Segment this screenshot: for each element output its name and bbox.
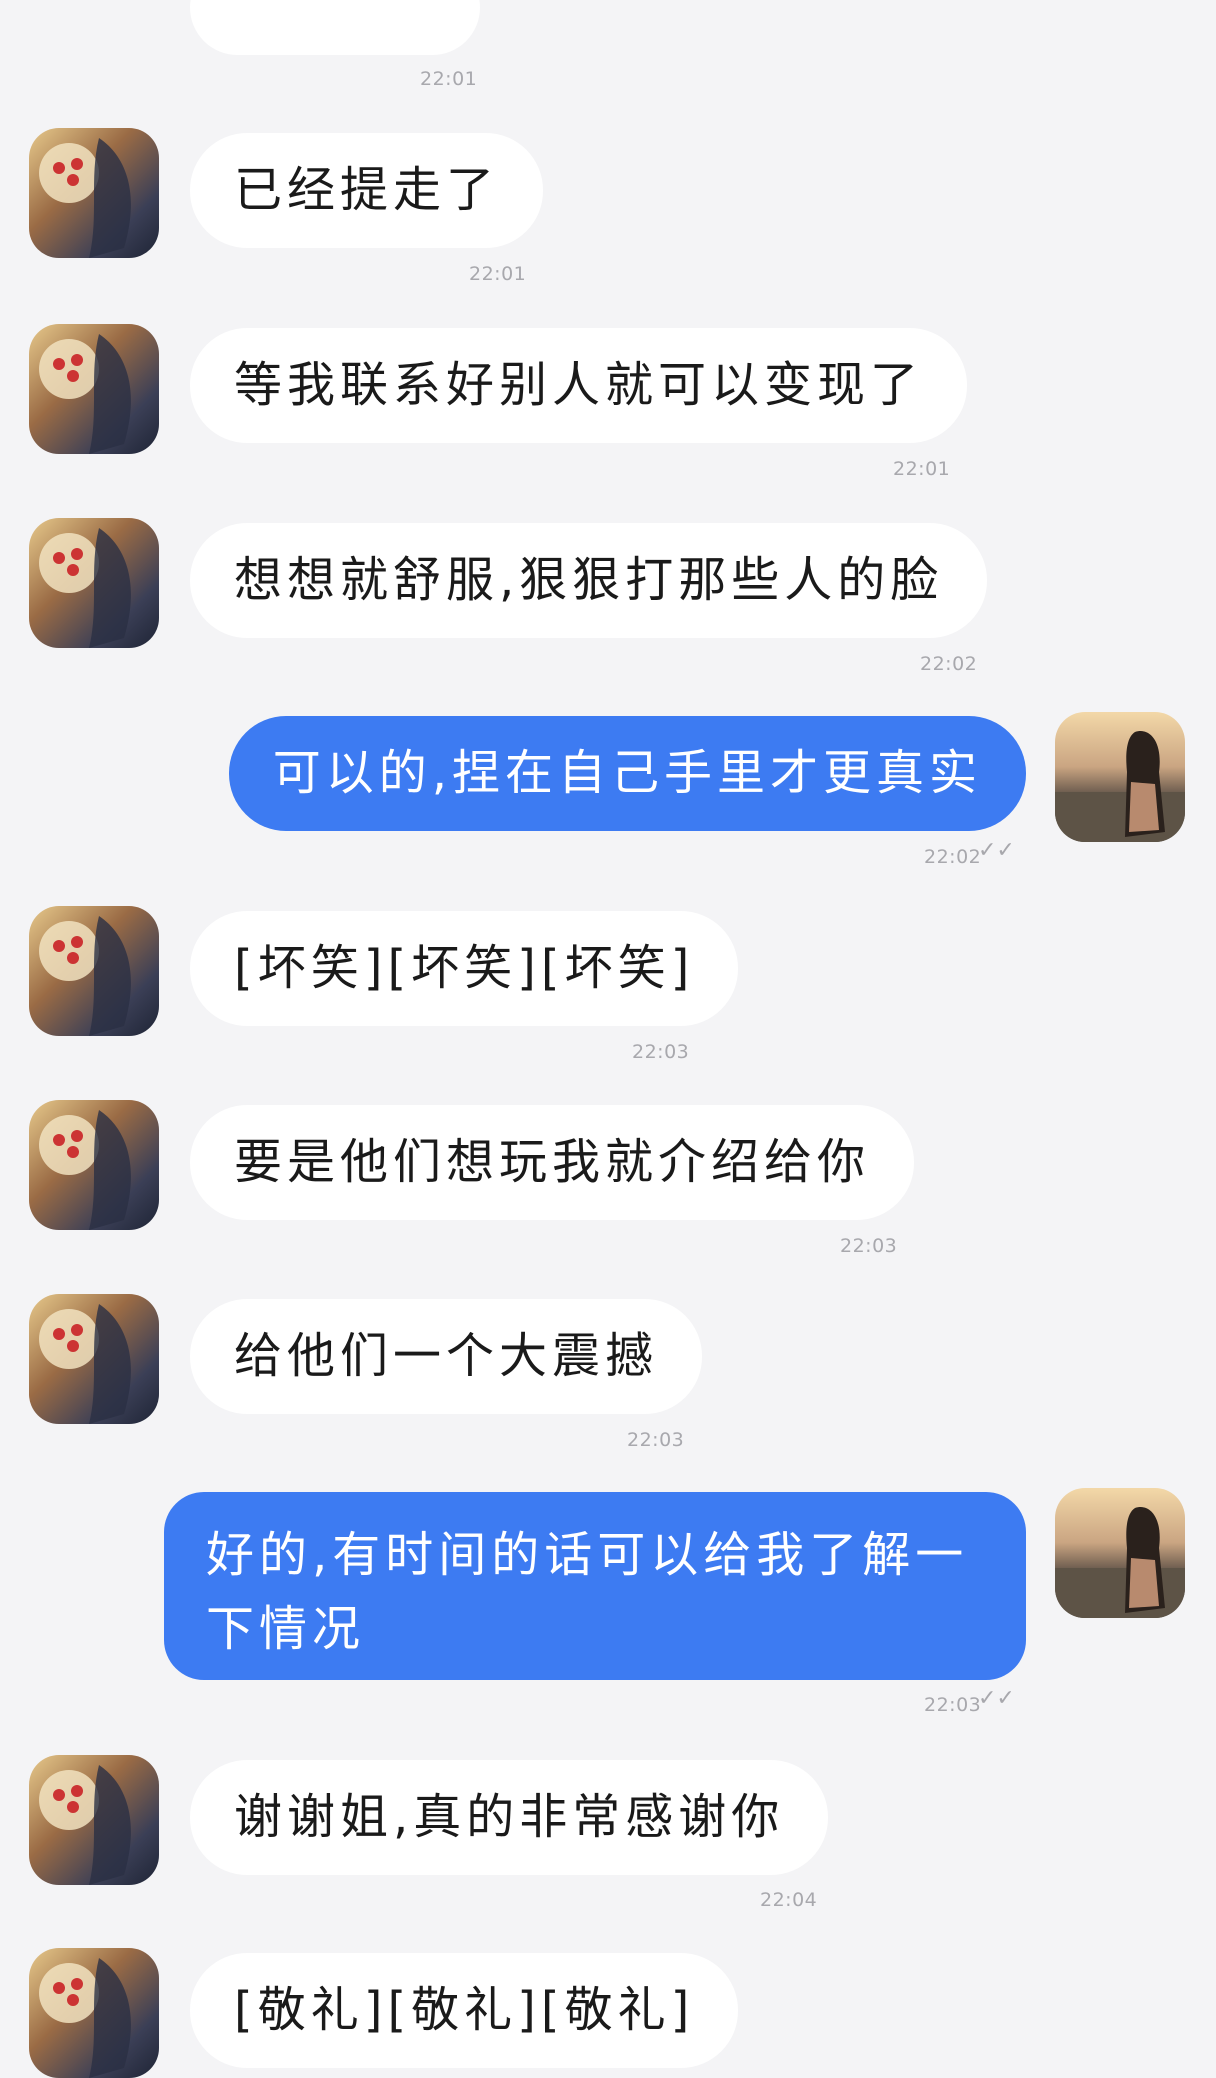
message-time: 22:02 <box>920 653 978 675</box>
message-bubble-sent[interactable]: 好的,有时间的话可以给我了解一下情况 <box>164 1492 1026 1680</box>
message-bubble[interactable]: [坏笑][坏笑][坏笑] <box>190 911 739 1026</box>
message-bubble-partial[interactable] <box>190 0 480 55</box>
message-time: 22:03 <box>840 1235 898 1257</box>
message-time: 22:03 <box>924 1694 982 1716</box>
contact-avatar[interactable] <box>29 518 159 648</box>
message-time: 22:01 <box>893 458 951 480</box>
contact-avatar[interactable] <box>29 128 159 258</box>
contact-avatar[interactable] <box>29 1100 159 1230</box>
message-time: 22:03 <box>632 1041 690 1063</box>
user-avatar[interactable] <box>1055 712 1185 842</box>
message-time: 22:02 <box>924 846 982 868</box>
message-bubble[interactable]: 已经提走了 <box>190 133 544 248</box>
message-bubble[interactable]: 谢谢姐,真的非常感谢你 <box>190 1760 829 1875</box>
message-time: 22:01 <box>420 68 478 90</box>
chat-thread: 22:01 已经提走了 22:01 等我联系好别人就可以变现了 22:01 想想… <box>0 0 1216 2078</box>
message-bubble[interactable]: 想想就舒服,狠狠打那些人的脸 <box>190 523 988 638</box>
message-time: 22:01 <box>469 263 527 285</box>
contact-avatar[interactable] <box>29 906 159 1036</box>
double-check-icon: ✓✓ <box>978 1686 1015 1711</box>
contact-avatar[interactable] <box>29 1755 159 1885</box>
message-bubble[interactable]: 等我联系好别人就可以变现了 <box>190 328 968 443</box>
message-bubble-sent[interactable]: 可以的,捏在自己手里才更真实 <box>228 716 1026 831</box>
message-time: 22:04 <box>760 1889 818 1911</box>
double-check-icon: ✓✓ <box>978 838 1015 863</box>
message-bubble[interactable]: 要是他们想玩我就介绍给你 <box>190 1105 915 1220</box>
message-bubble[interactable]: 给他们一个大震撼 <box>190 1299 703 1414</box>
message-bubble[interactable]: [敬礼][敬礼][敬礼] <box>190 1953 739 2068</box>
contact-avatar[interactable] <box>29 1948 159 2078</box>
message-time: 22:03 <box>627 1429 685 1451</box>
contact-avatar[interactable] <box>29 1294 159 1424</box>
user-avatar[interactable] <box>1055 1488 1185 1618</box>
contact-avatar[interactable] <box>29 324 159 454</box>
